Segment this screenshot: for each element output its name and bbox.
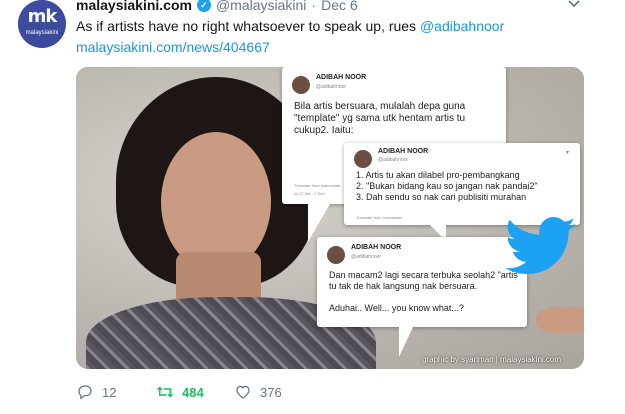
bubble-text: Dan macam2 lagi secara terbuka seolah2 "… xyxy=(329,270,521,291)
handle[interactable]: @malaysiakini xyxy=(216,0,306,13)
person-face xyxy=(161,132,271,272)
bubble-handle: @adibahnoor xyxy=(316,84,347,90)
like-count: 376 xyxy=(260,384,282,400)
bubble-translate: Translate from Indonesian xyxy=(356,215,403,220)
avatar[interactable]: mk malaysiakini xyxy=(18,0,66,48)
retweet-icon xyxy=(156,386,174,398)
person-hand xyxy=(536,307,584,333)
tweet-media-image[interactable]: ADIBAH NOOR @adibahnoor Bila artis bersu… xyxy=(76,67,584,369)
bubble-avatar xyxy=(354,150,372,168)
bubble-text: Bila artis bersuara, mulalah depa guna "… xyxy=(294,101,466,136)
bubble-text: 1. Artis tu akan dilabel pro-pembangkang… xyxy=(356,170,538,202)
reply-icon xyxy=(78,385,92,400)
bubble-translate: Translate from Indonesian xyxy=(294,183,341,188)
bubble-time: 11:27 AM - 7 Dec xyxy=(294,191,325,196)
bubble-chevron-icon: ▾ xyxy=(566,150,570,156)
bubble-text-2: Aduhai.. Well... you know what...? xyxy=(329,303,464,313)
avatar-brand: malaysiakini xyxy=(25,30,59,36)
bubble-name: ADIBAH NOOR xyxy=(316,74,367,81)
retweet-button[interactable]: 484 xyxy=(156,383,234,401)
bubble-avatar xyxy=(292,76,310,94)
tweet-text-body: As if artists have no right whatsoever t… xyxy=(76,18,420,34)
like-icon xyxy=(236,385,250,399)
quote-bubble-3: ADIBAH NOOR @adibahnoor Dan macam2 lagi … xyxy=(317,237,527,357)
chevron-down-icon[interactable] xyxy=(568,0,580,12)
like-button[interactable]: 376 xyxy=(234,383,314,401)
separator-dot: · xyxy=(311,0,317,13)
image-credit: graphic by syariman | malaysiakini.com xyxy=(422,355,562,364)
twitter-bird-icon xyxy=(505,217,576,274)
article-link[interactable]: malaysiakini.com/news/404667 xyxy=(76,39,270,55)
tweet-actions: 12 484 376 xyxy=(76,382,314,402)
bubble-handle: @adibahnoor xyxy=(351,254,382,260)
tweet-header: malaysiakini.com ✓ @malaysiakini · Dec 6 xyxy=(76,0,358,13)
reply-button[interactable]: 12 xyxy=(76,383,156,401)
verified-badge-icon: ✓ xyxy=(196,0,211,12)
avatar-mark: mk xyxy=(27,6,58,27)
tweet-date[interactable]: Dec 6 xyxy=(321,0,358,13)
mention-link[interactable]: @adibahnoor xyxy=(420,18,504,34)
reply-count: 12 xyxy=(102,384,117,400)
display-name[interactable]: malaysiakini.com xyxy=(76,0,192,13)
retweet-count: 484 xyxy=(182,384,204,400)
bubble-handle: @adibahnoor xyxy=(378,157,409,163)
tweet[interactable]: mk malaysiakini malaysiakini.com ✓ @mala… xyxy=(0,0,625,414)
bubble-name: ADIBAH NOOR xyxy=(378,148,429,155)
bubble-avatar xyxy=(327,246,345,264)
bubble-tail xyxy=(399,327,413,357)
quote-bubble-2: ADIBAH NOOR @adibahnoor ▾ 1. Artis tu ak… xyxy=(344,143,580,241)
tweet-text: As if artists have no right whatsoever t… xyxy=(76,16,596,58)
bubble-name: ADIBAH NOOR xyxy=(351,244,402,251)
